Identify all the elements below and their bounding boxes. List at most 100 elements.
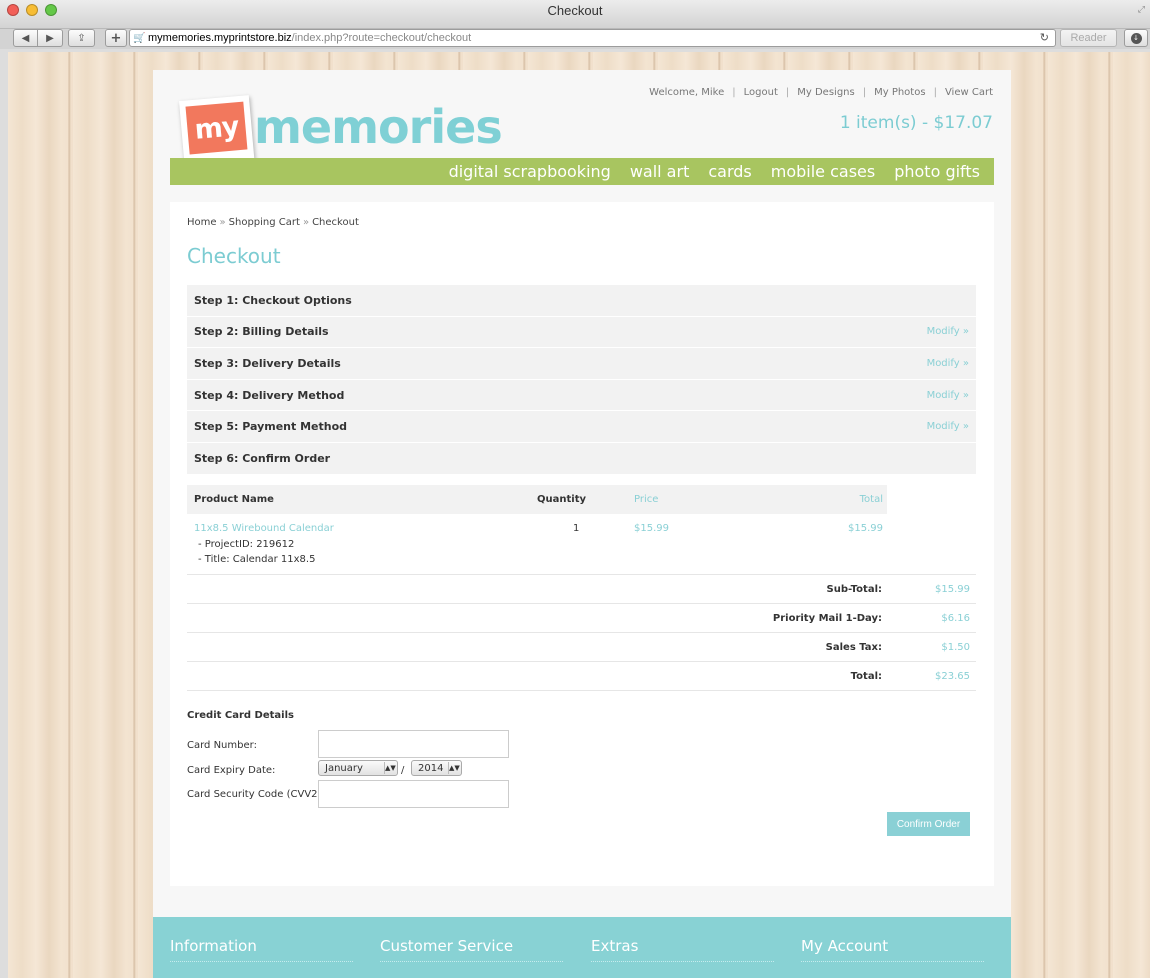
product-price: $15.99 [634, 523, 669, 534]
page-title: Checkout [187, 244, 281, 268]
totals-row-tax: Sales Tax: $1.50 [187, 633, 976, 662]
totals-row-shipping: Priority Mail 1-Day: $6.16 [187, 604, 976, 633]
url-path: /index.php?route=checkout/checkout [291, 32, 472, 44]
shipping-value: $6.16 [941, 613, 970, 624]
modify-billing-link[interactable]: Modify » [927, 326, 969, 337]
step-delivery-details[interactable]: Step 3: Delivery Details Modify » [187, 348, 976, 380]
window-titlebar: Checkout ⤢ [0, 0, 1150, 29]
total-value: $23.65 [935, 671, 970, 682]
logout-link[interactable]: Logout [744, 87, 778, 98]
step-delivery-method[interactable]: Step 4: Delivery Method Modify » [187, 379, 976, 412]
my-designs-link[interactable]: My Designs [797, 87, 854, 98]
share-button[interactable]: ⇪ [68, 29, 95, 47]
step-title: Step 4: Delivery Method [194, 388, 345, 402]
table-header: Product Name Quantity Price Total [187, 485, 887, 514]
nav-cards[interactable]: cards [708, 162, 751, 181]
checkout-content: Home» Shopping Cart» Checkout Checkout Ste… [170, 202, 994, 886]
page-viewport: Welcome, Mike | Logout | My Designs | My Photo… [8, 52, 1150, 978]
modify-delivery-details-link[interactable]: Modify » [927, 358, 969, 369]
modify-payment-link[interactable]: Modify » [927, 421, 969, 432]
total-label: Total: [850, 671, 882, 682]
order-table: Product Name Quantity Price Total 11x8.5… [187, 485, 976, 691]
expiry-year-value: 2014 [418, 762, 444, 774]
credit-card-form: Credit Card Details Card Number: Card Ex… [187, 710, 976, 836]
header-quantity: Quantity [537, 494, 586, 505]
store-page: Welcome, Mike | Logout | My Designs | My Photo… [153, 70, 1011, 978]
logo-my-text: my [185, 101, 248, 155]
subtotal-value: $15.99 [935, 584, 970, 595]
confirm-order-button[interactable]: Confirm Order [887, 812, 970, 836]
step-payment-method[interactable]: Step 5: Payment Method Modify » [187, 411, 976, 443]
header-price: Price [634, 494, 659, 505]
cvv-field[interactable] [318, 780, 509, 808]
nav-photo-gifts[interactable]: photo gifts [894, 162, 980, 181]
table-row: 11x8.5 Wirebound Calendar - ProjectID: 2… [187, 514, 976, 575]
forward-button[interactable]: ▶ [38, 29, 63, 47]
nav-mobile-cases[interactable]: mobile cases [771, 162, 875, 181]
credit-card-title: Credit Card Details [187, 710, 294, 721]
modify-delivery-method-link[interactable]: Modify » [927, 390, 969, 401]
browser-toolbar: ◀ ▶ ⇪ + 🛒 mymemories.myprintstore.biz/in… [0, 29, 1150, 49]
tax-label: Sales Tax: [825, 642, 882, 653]
nav-digital-scrapbooking[interactable]: digital scrapbooking [449, 162, 611, 181]
product-option: - Title: Calendar 11x8.5 [198, 554, 316, 565]
checkout-steps: Step 1: Checkout Options Step 2: Billing… [187, 285, 976, 475]
new-tab-button[interactable]: + [105, 29, 127, 47]
footer-my-account: My Account [801, 937, 984, 962]
breadcrumb-home[interactable]: Home [187, 217, 217, 228]
step-title: Step 5: Payment Method [194, 420, 348, 434]
card-number-field[interactable] [318, 730, 509, 758]
product-quantity: 1 [573, 523, 580, 534]
reload-icon[interactable]: ↻ [1040, 31, 1049, 44]
product-option: - ProjectID: 219612 [198, 539, 295, 550]
footer-customer-service: Customer Service [380, 937, 563, 962]
step-checkout-options[interactable]: Step 1: Checkout Options [187, 285, 976, 317]
tax-value: $1.50 [941, 642, 970, 653]
plus-icon: + [110, 30, 122, 46]
welcome-text: Welcome, Mike [649, 87, 725, 98]
expiry-month-select[interactable]: January ▲▼ [318, 760, 398, 776]
downloads-button[interactable]: ↓ [1124, 29, 1148, 47]
cart-favicon-icon: 🛒 [133, 32, 146, 44]
step-billing-details[interactable]: Step 2: Billing Details Modify » [187, 316, 976, 349]
footer-extras: Extras [591, 937, 774, 962]
url-host: mymemories.myprintstore.biz [148, 32, 292, 44]
expiry-year-select[interactable]: 2014 ▲▼ [411, 760, 462, 776]
select-arrows-icon: ▲▼ [384, 762, 396, 774]
breadcrumb-checkout[interactable]: Checkout [312, 217, 359, 228]
logo-wordmark: memories [254, 100, 503, 154]
window-title: Checkout [547, 3, 603, 18]
header-total: Total [859, 494, 883, 505]
step-confirm-order[interactable]: Step 6: Confirm Order [187, 442, 976, 475]
my-photos-link[interactable]: My Photos [874, 87, 925, 98]
expiry-date-label: Card Expiry Date: [187, 765, 276, 776]
footer-information: Information [170, 937, 353, 962]
reader-button[interactable]: Reader [1060, 29, 1117, 47]
main-nav: digital scrapbooking wall art cards mobi… [170, 158, 994, 185]
step-title: Step 2: Billing Details [194, 325, 329, 339]
header-product-name: Product Name [194, 494, 274, 505]
site-footer: Information Customer Service Extras My A… [153, 917, 1011, 978]
card-number-label: Card Number: [187, 740, 257, 751]
breadcrumb: Home» Shopping Cart» Checkout [187, 217, 359, 228]
step-title: Step 6: Confirm Order [194, 451, 331, 465]
fullscreen-icon[interactable]: ⤢ [1138, 5, 1145, 15]
select-arrows-icon: ▲▼ [448, 762, 460, 774]
back-arrow-icon: ◀ [21, 32, 30, 44]
cart-summary[interactable]: 1 item(s) - $17.07 [840, 113, 993, 133]
back-button[interactable]: ◀ [13, 29, 38, 47]
shipping-label: Priority Mail 1-Day: [772, 613, 882, 624]
step-title: Step 1: Checkout Options [194, 293, 352, 307]
breadcrumb-shopping-cart[interactable]: Shopping Cart [229, 217, 300, 228]
product-total: $15.99 [848, 523, 883, 534]
totals-row-total: Total: $23.65 [187, 662, 976, 691]
subtotal-label: Sub-Total: [826, 584, 882, 595]
step-title: Step 3: Delivery Details [194, 356, 341, 370]
address-bar[interactable]: 🛒 mymemories.myprintstore.biz/index.php?… [129, 29, 1056, 47]
view-cart-link[interactable]: View Cart [945, 87, 993, 98]
account-links: Welcome, Mike | Logout | My Designs | My Photo… [649, 87, 993, 98]
nav-wall-art[interactable]: wall art [630, 162, 690, 181]
cvv-label: Card Security Code (CVV2): [187, 789, 325, 800]
product-link[interactable]: 11x8.5 Wirebound Calendar [194, 523, 334, 534]
download-icon: ↓ [1130, 32, 1142, 44]
